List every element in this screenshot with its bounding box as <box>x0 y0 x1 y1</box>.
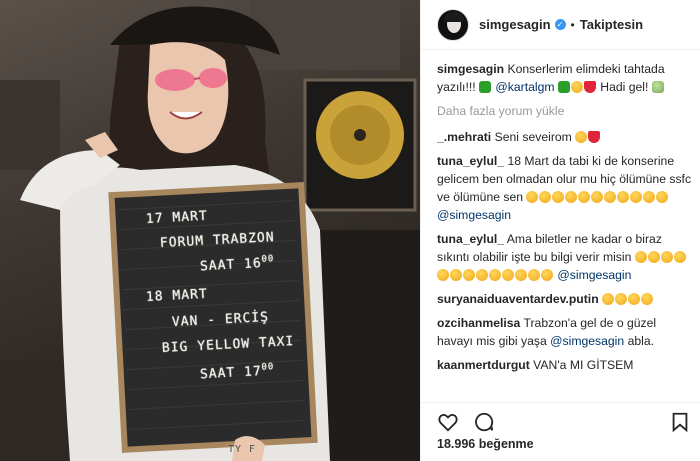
clover-emoji-icon <box>557 81 570 93</box>
thumbs-up-emoji-icon <box>628 293 641 305</box>
rose-emoji-icon <box>588 131 601 143</box>
comment-username[interactable]: _.mehrati <box>437 130 491 144</box>
bookmark-icon[interactable] <box>669 411 691 433</box>
comment-item: _.mehrati Seni seveirom <box>437 128 693 146</box>
kiss-emoji-icon <box>583 81 596 93</box>
comment-icon[interactable] <box>473 411 495 433</box>
avatar[interactable] <box>437 8 469 41</box>
comment-mention[interactable]: @simgesagin <box>557 268 631 282</box>
post-sidebar: simgesagin ✓ • Takiptesin simgesagin Kon… <box>420 0 700 461</box>
comment-mention[interactable]: @simgesagin <box>550 334 624 348</box>
thumbs-up-emoji-icon <box>602 293 615 305</box>
comment-item: ozcihanmelisa Trabzon'a gel de o güzel h… <box>437 314 693 350</box>
comment-mention[interactable]: @simgesagin <box>437 208 511 222</box>
like-count[interactable]: 18.996 beğenme <box>437 437 534 451</box>
comment-text-after: abla. <box>627 334 654 348</box>
post-photo: 17 MART FORUM TRABZON SAAT 1600 18 MART … <box>0 0 420 461</box>
ticket-emoji-icon <box>651 81 664 93</box>
header-username[interactable]: simgesagin <box>479 17 551 32</box>
thumbs-up-emoji-icon <box>615 293 628 305</box>
comment-text: Seni seveirom <box>494 130 572 144</box>
comment-list: simgesagin Konserlerim elimdeki tahtada … <box>437 60 693 400</box>
comment-username[interactable]: tuna_eylul_ <box>437 154 504 168</box>
photo-illustration <box>0 0 420 461</box>
post-header: simgesagin ✓ • Takiptesin <box>421 0 700 50</box>
sunglasses-emoji-icon <box>641 293 654 305</box>
action-bar <box>421 402 700 434</box>
comment-item: suryanaiduaventardev.putin <box>437 290 693 308</box>
like-count-number: 18.996 <box>437 437 476 451</box>
header-separator: • <box>570 17 575 32</box>
shirt-print: TY F <box>228 444 257 455</box>
like-count-label: beğenme <box>478 437 534 451</box>
cat-heart-emoji-icon <box>575 131 588 143</box>
heart-icon[interactable] <box>437 411 459 433</box>
heart-eyes-emoji-icon <box>570 81 583 93</box>
comment-text: VAN'a MI GİTSEM <box>533 358 634 372</box>
load-more-comments[interactable]: Daha fazla yorum yükle <box>437 102 693 120</box>
caption-username[interactable]: simgesagin <box>437 62 504 76</box>
comment-item: kaanmertdurgut VAN'a MI GİTSEM <box>437 356 693 374</box>
comment-username[interactable]: kaanmertdurgut <box>437 358 530 372</box>
caption: simgesagin Konserlerim elimdeki tahtada … <box>437 60 693 96</box>
comment-username[interactable]: tuna_eylul_ <box>437 232 504 246</box>
verified-badge-icon: ✓ <box>554 19 566 30</box>
comment-item: tuna_eylul_ Ama biletler ne kadar o bira… <box>437 230 693 284</box>
following-button[interactable]: Takiptesin <box>580 17 643 32</box>
comment-username[interactable]: suryanaiduaventardev.putin <box>437 292 599 306</box>
comment-item: tuna_eylul_ 18 Mart da tabi ki de konser… <box>437 152 693 224</box>
caption-mention[interactable]: @kartalgm <box>495 80 554 94</box>
comment-username[interactable]: ozcihanmelisa <box>437 316 520 330</box>
caption-text-2: Hadi gel! <box>600 80 649 94</box>
clover-emoji-icon <box>479 81 491 93</box>
